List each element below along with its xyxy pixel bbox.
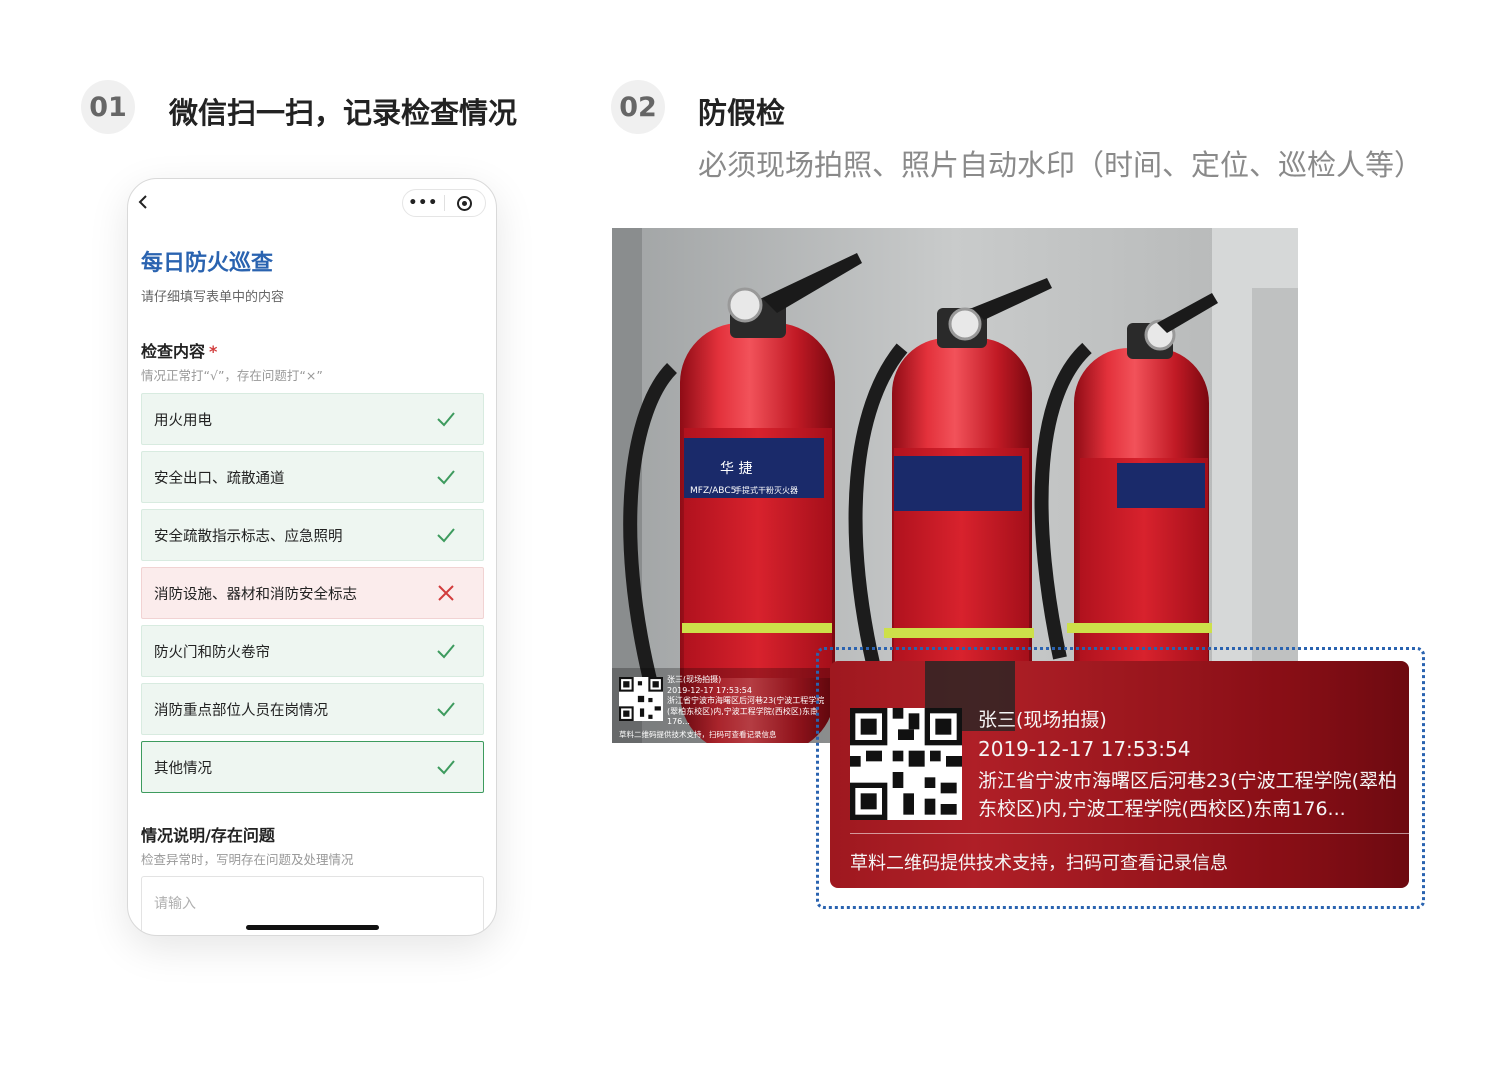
extinguisher-label-model: MFZ/ABC5 [690, 486, 736, 496]
watermark-divider [850, 833, 1409, 834]
section-hint-notes: 检查异常时，写明存在问题及处理情况 [141, 852, 354, 867]
mini-program-capsule: ••• [402, 189, 486, 217]
check-icon[interactable] [435, 466, 457, 488]
phone-mockup: ••• 每日防火巡查 请仔细填写表单中的内容 检查内容 * 情况正常打“√”，存在… [127, 178, 497, 936]
home-indicator [246, 925, 379, 930]
check-icon[interactable] [435, 698, 457, 720]
cross-icon[interactable] [435, 582, 457, 604]
watermark-address: 浙江省宁波市海曙区后河巷23(宁波工程学院(翠柏东校区)内,宁波工程学院(西校区… [978, 770, 1398, 820]
checklist-item[interactable]: 防火门和防火卷帘 [141, 625, 484, 677]
checklist-item[interactable]: 安全疏散指示标志、应急照明 [141, 509, 484, 561]
step-number: 01 [81, 80, 135, 134]
step-title: 防假检 [698, 96, 786, 130]
check-icon[interactable] [435, 640, 457, 662]
checklist-item[interactable]: 用火用电 [141, 393, 484, 445]
watermark-small-footer: 草料二维码提供技术支持，扫码可查看记录信息 [619, 730, 777, 739]
step-subtitle: 必须现场拍照、照片自动水印（时间、定位、巡检人等） [698, 148, 1424, 182]
target-icon[interactable] [444, 195, 485, 211]
more-dots-icon[interactable]: ••• [403, 195, 444, 211]
checklist-item[interactable]: 消防重点部位人员在岗情况 [141, 683, 484, 735]
checklist-item[interactable]: 消防设施、器材和消防安全标志 [141, 567, 484, 619]
watermark-small-time: 2019-12-17 17:53:54 [667, 685, 752, 695]
step-number: 02 [611, 80, 665, 134]
watermark-time: 2019-12-17 17:53:54 [978, 737, 1191, 761]
required-asterisk: * [209, 342, 218, 361]
checklist-item[interactable]: 安全出口、疏散通道 [141, 451, 484, 503]
check-icon[interactable] [435, 408, 457, 430]
extinguisher-label-brand: 华 捷 [720, 461, 752, 477]
check-icon[interactable] [435, 524, 457, 546]
back-icon[interactable] [136, 191, 150, 218]
checklist-item-label: 消防设施、器材和消防安全标志 [154, 586, 357, 603]
checklist-item-label: 用火用电 [154, 412, 212, 429]
section-label-check: 检查内容 * [141, 342, 218, 361]
checklist-item[interactable]: 其他情况 [141, 741, 484, 793]
checklist-item-label: 防火门和防火卷帘 [154, 644, 270, 661]
checklist-item-label: 安全疏散指示标志、应急照明 [154, 528, 343, 545]
extinguisher-label-name: 手提式干粉灭火器 [734, 485, 798, 495]
step-title: 微信扫一扫，记录检查情况 [169, 96, 518, 130]
watermark-name: 张三(现场拍摄) [978, 709, 1107, 731]
watermark-small-address: 浙江省宁波市海曙区后河巷23(宁波工程学院(翠柏东校区)内,宁波工程学院(西校区… [667, 696, 825, 726]
form-title: 每日防火巡查 [141, 251, 274, 276]
watermark-footer: 草料二维码提供技术支持，扫码可查看记录信息 [850, 853, 1228, 874]
checklist-item-label: 安全出口、疏散通道 [154, 470, 285, 487]
check-icon[interactable] [435, 756, 457, 778]
watermark-small-text: 张三(现场拍摄) 2019-12-17 17:53:54 浙江省宁波市海曙区后河… [667, 675, 827, 728]
watermark-zoom: 张三(现场拍摄) 2019-12-17 17:53:54 浙江省宁波市海曙区后河… [830, 661, 1409, 888]
checklist-item-label: 消防重点部位人员在岗情况 [154, 702, 328, 719]
qr-code-icon [619, 677, 663, 721]
watermark-small-name: 张三(现场拍摄) [667, 675, 722, 684]
section-hint-check: 情况正常打“√”，存在问题打“×” [141, 368, 323, 383]
qr-code-icon [850, 708, 962, 820]
checklist-item-label: 其他情况 [154, 760, 212, 777]
form-description: 请仔细填写表单中的内容 [141, 290, 285, 305]
section-label-notes: 情况说明/存在问题 [141, 826, 275, 845]
